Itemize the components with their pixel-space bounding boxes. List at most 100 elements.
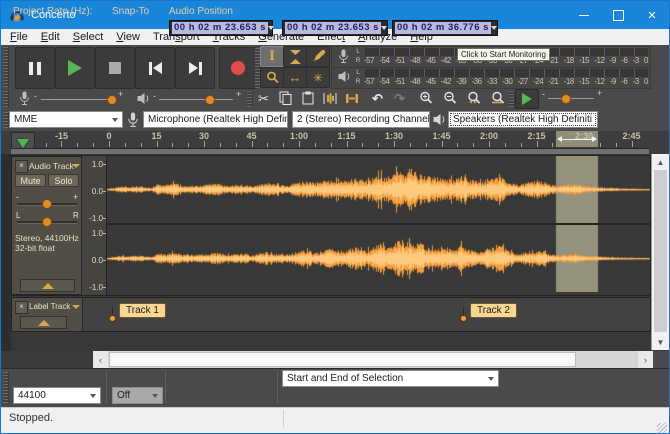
pan-thumb[interactable] bbox=[42, 217, 52, 227]
label-box[interactable]: Track 1 bbox=[119, 303, 166, 318]
audio-position-field[interactable]: 00 h 02 m 23.653 s bbox=[169, 20, 273, 36]
skip-to-end-button[interactable] bbox=[175, 47, 215, 89]
scroll-right-arrow[interactable]: › bbox=[638, 351, 653, 368]
mixer-speaker-plus: + bbox=[236, 90, 241, 99]
trim-audio-button[interactable] bbox=[319, 89, 340, 107]
menu-edit[interactable]: Edit bbox=[39, 31, 62, 43]
ruler-tick bbox=[46, 143, 47, 147]
copy-button[interactable] bbox=[275, 89, 296, 107]
vertical-ruler[interactable]: 1.00.0-1.01.00.0-1.0 bbox=[82, 156, 107, 295]
close-button[interactable]: ✕ bbox=[635, 1, 669, 29]
ruler-scale[interactable]: -1501530451:001:151:301:452:002:152:302:… bbox=[1, 131, 670, 147]
gain-thumb[interactable] bbox=[42, 199, 52, 209]
snap-to-select[interactable]: Off bbox=[112, 387, 163, 404]
selection-toolbar-grip[interactable] bbox=[3, 372, 9, 403]
scroll-left-arrow[interactable]: ‹ bbox=[93, 351, 108, 368]
recording-channels-select[interactable]: 2 (Stereo) Recording Channels bbox=[292, 111, 430, 128]
zoom-out-button[interactable] bbox=[439, 89, 460, 107]
scroll-up-arrow[interactable]: ▲ bbox=[652, 155, 669, 169]
selection-tool-button[interactable]: I bbox=[260, 46, 284, 67]
horizontal-scrollbar[interactable]: ‹ › bbox=[93, 351, 653, 368]
vertical-scrollbar[interactable]: ▲ ▼ bbox=[651, 154, 669, 350]
draw-tool-button[interactable] bbox=[306, 46, 330, 67]
horizontal-scroll-thumb[interactable] bbox=[109, 352, 576, 367]
mixer-toolbar-grip[interactable] bbox=[3, 90, 9, 107]
meter-scale-value: -42 bbox=[441, 78, 451, 86]
menu-file[interactable]: File bbox=[8, 31, 30, 43]
play-speed-slider[interactable] bbox=[548, 98, 594, 99]
menu-view[interactable]: View bbox=[114, 31, 142, 43]
project-rate-select[interactable]: 44100 bbox=[13, 387, 101, 404]
close-label-track-button[interactable]: × bbox=[15, 301, 28, 314]
recording-volume-thumb[interactable] bbox=[107, 95, 117, 105]
record-button[interactable] bbox=[219, 47, 257, 89]
chevron-down-icon[interactable] bbox=[381, 26, 387, 30]
play-speed-thumb[interactable] bbox=[561, 94, 571, 104]
zoom-tool-button[interactable] bbox=[260, 67, 284, 88]
track-menu-chevron-icon[interactable] bbox=[72, 164, 80, 168]
transport-toolbar-grip[interactable] bbox=[3, 47, 9, 87]
menu-select[interactable]: Select bbox=[71, 31, 106, 43]
zoom-selection-button[interactable] bbox=[463, 89, 484, 107]
playback-meter[interactable]: LR -57-54-51-48-45-42-39-36-33-30-27-24-… bbox=[331, 67, 651, 89]
undo-button[interactable]: ↶ bbox=[367, 89, 388, 107]
waveform-right-channel[interactable] bbox=[107, 225, 651, 292]
multi-tool-button[interactable]: ✳ bbox=[306, 67, 330, 88]
ruler-tick bbox=[616, 143, 617, 147]
amplitude-tick bbox=[103, 287, 106, 288]
track-title[interactable]: Audio Track bbox=[29, 161, 74, 171]
ruler-time-label: 2:30 bbox=[575, 132, 593, 141]
chevron-down-icon[interactable] bbox=[491, 26, 497, 30]
minimize-button[interactable] bbox=[567, 1, 601, 29]
ruler-tick bbox=[457, 143, 458, 147]
label-box[interactable]: Track 2 bbox=[470, 303, 517, 318]
play-icon bbox=[68, 60, 82, 76]
collapse-label-track-button[interactable] bbox=[20, 316, 67, 329]
zoom-in-button[interactable] bbox=[415, 89, 436, 107]
waveform-left-channel[interactable] bbox=[107, 156, 651, 223]
selection-mode-select[interactable]: Start and End of Selection bbox=[282, 370, 499, 387]
meter-tooltip: Click to Start Monitoring bbox=[457, 48, 550, 61]
scroll-down-arrow[interactable]: ▼ bbox=[652, 335, 669, 349]
input-device-mic-icon bbox=[127, 112, 139, 128]
close-track-button[interactable]: × bbox=[15, 160, 28, 173]
silence-audio-button[interactable] bbox=[341, 89, 362, 107]
label-marker-icon[interactable] bbox=[460, 307, 467, 322]
resize-grip[interactable] bbox=[657, 423, 667, 433]
recording-volume-slider[interactable] bbox=[41, 99, 115, 100]
label-track-title[interactable]: Label Track bbox=[29, 302, 70, 311]
envelope-tool-button[interactable] bbox=[283, 46, 307, 67]
recording-device-select[interactable]: Microphone (Realtek High Defini bbox=[143, 111, 288, 128]
vertical-scroll-thumb[interactable] bbox=[654, 170, 667, 332]
maximize-button[interactable] bbox=[601, 1, 635, 29]
play-at-speed-button[interactable] bbox=[515, 89, 539, 109]
play-button[interactable] bbox=[55, 47, 95, 89]
waveform-view[interactable] bbox=[107, 156, 651, 295]
redo-button[interactable]: ↷ bbox=[389, 89, 410, 107]
label-marker-icon[interactable] bbox=[109, 307, 116, 322]
timeline-ruler[interactable]: -1501530451:001:151:301:452:002:152:302:… bbox=[1, 131, 669, 155]
chevron-down-icon[interactable] bbox=[268, 26, 274, 30]
ruler-tick bbox=[552, 143, 553, 147]
playback-volume-thumb[interactable] bbox=[205, 95, 215, 105]
toolbar-divider bbox=[277, 371, 278, 403]
cut-button[interactable]: ✂ bbox=[253, 89, 274, 107]
playback-device-select[interactable]: Speakers (Realtek High Definiti bbox=[448, 111, 598, 128]
collapse-track-button[interactable] bbox=[20, 279, 75, 292]
selection-end-field[interactable]: 00 h 02 m 36.776 s bbox=[392, 20, 498, 36]
playback-volume-slider[interactable] bbox=[159, 99, 233, 100]
label-track-content[interactable]: Track 1 Track 2 bbox=[83, 298, 650, 331]
timeshift-tool-button[interactable]: ↔ bbox=[283, 67, 307, 88]
zoom-fit-button[interactable] bbox=[487, 89, 508, 107]
stop-button[interactable] bbox=[95, 47, 135, 89]
skip-to-start-button[interactable] bbox=[135, 47, 175, 89]
paste-icon bbox=[302, 91, 314, 105]
audio-host-select[interactable]: MME bbox=[9, 111, 123, 128]
mute-button[interactable]: Mute bbox=[15, 174, 46, 187]
selection-start-field[interactable]: 00 h 02 m 23.653 s bbox=[282, 20, 388, 36]
pause-button[interactable] bbox=[15, 47, 55, 89]
paste-button[interactable] bbox=[297, 89, 318, 107]
status-divider bbox=[283, 410, 284, 428]
solo-button[interactable]: Solo bbox=[48, 174, 79, 187]
label-track-menu-chevron-icon[interactable] bbox=[72, 305, 80, 309]
